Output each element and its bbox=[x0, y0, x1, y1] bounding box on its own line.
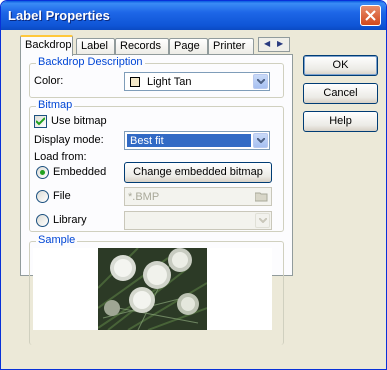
folder-icon[interactable] bbox=[255, 191, 268, 202]
chevron-down-icon bbox=[257, 138, 265, 143]
color-swatch bbox=[130, 77, 140, 87]
tab-scroll-buttons[interactable]: ◀ ▶ bbox=[258, 37, 290, 52]
title-bar[interactable]: Label Properties bbox=[1, 1, 386, 30]
display-mode-value: Best fit bbox=[127, 134, 251, 147]
file-radio[interactable] bbox=[36, 190, 49, 203]
display-mode-label: Display mode: bbox=[34, 134, 104, 146]
ok-button[interactable]: OK bbox=[303, 55, 378, 76]
tab-label[interactable]: Label bbox=[76, 38, 115, 55]
radio-selected-dot bbox=[40, 170, 45, 175]
use-bitmap-label[interactable]: Use bitmap bbox=[51, 115, 107, 127]
tab-scroll-right-icon[interactable]: ▶ bbox=[277, 39, 283, 48]
file-path-input[interactable]: *.BMP bbox=[124, 187, 272, 206]
library-label[interactable]: Library bbox=[53, 214, 87, 226]
tab-printer[interactable]: Printer bbox=[208, 38, 254, 55]
close-button[interactable] bbox=[360, 5, 381, 26]
color-value: Light Tan bbox=[147, 76, 192, 88]
sample-preview bbox=[33, 248, 272, 330]
flower-photo-image bbox=[98, 248, 207, 330]
window-title: Label Properties bbox=[8, 8, 110, 23]
display-mode-select[interactable]: Best fit bbox=[124, 131, 270, 150]
bitmap-group: Bitmap Use bitmap Display mode: Best fit… bbox=[29, 99, 284, 232]
file-label[interactable]: File bbox=[53, 190, 71, 202]
backdrop-panel: Backdrop Description Color: Light Tan Bi… bbox=[20, 54, 293, 345]
change-embedded-bitmap-button[interactable]: Change embedded bitmap bbox=[124, 162, 272, 183]
bitmap-group-title: Bitmap bbox=[36, 99, 75, 111]
embedded-radio[interactable] bbox=[36, 166, 49, 179]
tab-page[interactable]: Page bbox=[169, 38, 208, 55]
cancel-button[interactable]: Cancel bbox=[303, 83, 378, 104]
load-from-label: Load from: bbox=[34, 151, 87, 163]
sample-group-title: Sample bbox=[36, 234, 78, 246]
tab-backdrop[interactable]: Backdrop bbox=[20, 35, 73, 56]
chevron-down-icon bbox=[259, 218, 267, 223]
backdrop-group-title: Backdrop Description bbox=[36, 56, 145, 68]
tab-scroll-left-icon[interactable]: ◀ bbox=[264, 39, 270, 48]
color-label: Color: bbox=[34, 75, 64, 87]
label-properties-dialog: Label Properties Backdrop Label Records … bbox=[0, 0, 387, 370]
color-dropdown-button[interactable] bbox=[253, 74, 268, 89]
sample-image bbox=[98, 248, 207, 330]
use-bitmap-checkbox[interactable] bbox=[34, 115, 47, 128]
help-button[interactable]: Help bbox=[303, 111, 378, 132]
checkmark-icon bbox=[36, 117, 45, 126]
tab-records[interactable]: Records bbox=[115, 38, 169, 55]
file-path-value: *.BMP bbox=[128, 191, 160, 203]
close-icon bbox=[365, 10, 376, 21]
backdrop-description-group: Backdrop Description Color: Light Tan bbox=[29, 56, 284, 98]
library-radio[interactable] bbox=[36, 214, 49, 227]
display-mode-dropdown-button[interactable] bbox=[253, 133, 268, 148]
color-select[interactable]: Light Tan bbox=[124, 72, 270, 91]
chevron-down-icon bbox=[257, 79, 265, 84]
library-select[interactable] bbox=[124, 211, 272, 230]
embedded-label[interactable]: Embedded bbox=[53, 166, 106, 178]
library-dropdown-button[interactable] bbox=[255, 213, 270, 228]
